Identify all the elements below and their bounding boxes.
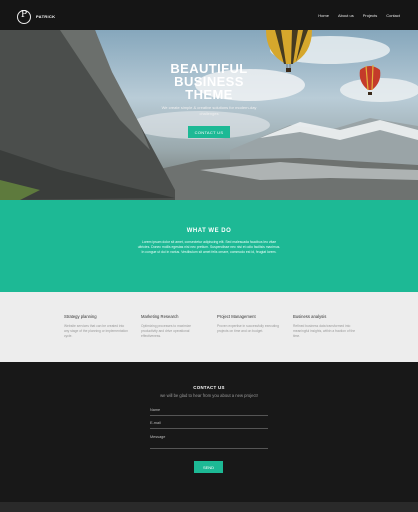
brand-name[interactable]: PATRICK xyxy=(36,14,55,19)
contact-us-button[interactable]: CONTACT US xyxy=(188,126,230,138)
service-item: Marketing Research Optimizing processes … xyxy=(141,314,205,339)
service-title: Marketing Research xyxy=(141,314,179,319)
service-description: Refined business data transformed into m… xyxy=(293,324,356,338)
hero-title-line: THEME xyxy=(185,87,233,102)
service-description: Proven expertise in successfully executi… xyxy=(217,324,279,333)
footer-bar xyxy=(0,502,418,512)
nav-projects[interactable]: Projects xyxy=(363,13,377,18)
services-section: Strategy planning Website services that … xyxy=(0,292,418,362)
section-title: WHAT WE DO xyxy=(186,228,232,234)
contact-subtitle: we will be glad to hear from you about a… xyxy=(160,393,258,398)
service-description: Website services that can be created int… xyxy=(64,324,128,338)
logo-icon[interactable]: P xyxy=(17,10,31,24)
service-item: Project Management Proven expertise in s… xyxy=(217,314,281,334)
nav-contact[interactable]: Contact xyxy=(386,13,400,18)
section-text: Lorem ipsum dolor sit amet, consectetur … xyxy=(137,240,281,254)
message-field[interactable]: Message xyxy=(150,435,268,449)
page: P PATRICK Home About us Projects Contact xyxy=(0,0,418,512)
hero-section: BEAUTIFUL BUSINESS THEME We create simpl… xyxy=(0,30,418,200)
name-field[interactable]: Name xyxy=(150,408,268,416)
nav-about-us[interactable]: About us xyxy=(338,13,354,18)
service-title: Strategy planning xyxy=(64,314,97,319)
hero-subtitle: We create simple & creative solutions fo… xyxy=(161,105,257,116)
main-nav: Home About us Projects Contact xyxy=(318,13,400,18)
service-title: Project Management xyxy=(217,314,256,319)
contact-title: CONTACT US xyxy=(193,385,225,390)
what-we-do-section: WHAT WE DO Lorem ipsum dolor sit amet, c… xyxy=(0,200,418,292)
contact-section: CONTACT US we will be glad to hear from … xyxy=(0,362,418,502)
service-item: Strategy planning Website services that … xyxy=(64,314,128,339)
service-item: Business analysis Refined business data … xyxy=(293,314,357,339)
hero-title: BEAUTIFUL BUSINESS THEME xyxy=(0,62,418,101)
email-field[interactable]: E-mail xyxy=(150,421,268,429)
service-title: Business analysis xyxy=(293,314,327,319)
nav-home[interactable]: Home xyxy=(318,13,329,18)
top-navbar: P PATRICK Home About us Projects Contact xyxy=(0,0,418,30)
send-button[interactable]: SEND xyxy=(194,461,223,473)
service-description: Optimizing processes to maximize product… xyxy=(141,324,192,338)
logo-letter: P xyxy=(21,10,28,20)
